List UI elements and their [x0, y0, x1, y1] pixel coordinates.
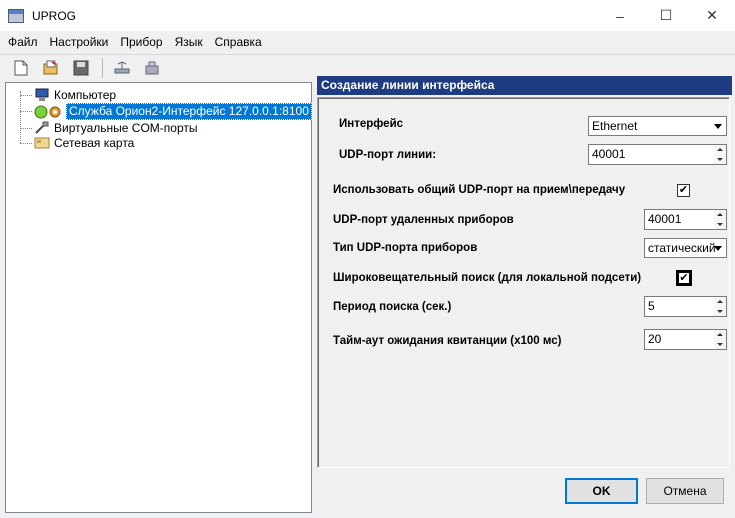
tree-branch: [20, 110, 32, 112]
properties-panel: Создание линии интерфейса Интерфейс Ethe…: [315, 74, 732, 514]
tree-item-computer[interactable]: Компьютер: [6, 87, 118, 103]
menu-settings[interactable]: Настройки: [44, 31, 115, 53]
tree-item-label: Сетевая карта: [54, 135, 135, 150]
title-bar: UPROG – ☐ ✕: [0, 0, 735, 31]
menu-device[interactable]: Прибор: [114, 31, 168, 53]
menu-language[interactable]: Язык: [169, 31, 209, 53]
port-type-value: статический: [648, 241, 716, 255]
spin-down-icon[interactable]: [714, 339, 726, 349]
spin-down-icon[interactable]: [714, 154, 726, 164]
tree-branch: [20, 142, 32, 144]
cancel-button[interactable]: Отмена: [646, 478, 724, 504]
toolbar-separator: [102, 57, 103, 78]
minimize-button[interactable]: –: [597, 0, 643, 31]
tree-branch: [20, 94, 32, 96]
interface-value: Ethernet: [592, 119, 638, 133]
spin-up-icon[interactable]: [714, 145, 726, 155]
maximize-button[interactable]: ☐: [643, 0, 689, 31]
ok-button[interactable]: OK: [565, 478, 638, 504]
remote-port-field[interactable]: 40001: [644, 209, 727, 230]
udp-port-label: UDP-порт линии:: [339, 149, 437, 161]
device-icon[interactable]: [141, 57, 163, 79]
window-controls: – ☐ ✕: [597, 0, 735, 31]
chevron-down-icon[interactable]: [710, 117, 726, 135]
tree-item-network-card[interactable]: Сетевая карта: [6, 135, 136, 151]
tree-branch: [20, 127, 32, 129]
interface-label: Интерфейс: [339, 118, 404, 130]
udp-port-value: 40001: [592, 147, 626, 161]
chevron-down-icon[interactable]: [710, 239, 726, 257]
tree-item-label: Виртуальные COM-порты: [54, 120, 198, 135]
spin-down-icon[interactable]: [714, 306, 726, 316]
interface-select[interactable]: Ethernet: [588, 116, 727, 136]
search-period-value: 5: [648, 299, 655, 313]
plug-icon: [34, 121, 50, 135]
window-title: UPROG: [32, 8, 77, 23]
panel-header: Создание линии интерфейса: [317, 76, 732, 95]
timeout-label: Тайм-аут ожидания квитанции (х100 мс): [333, 335, 562, 347]
service-icon: [34, 104, 64, 119]
tree-item-label: Компьютер: [54, 87, 117, 102]
spin-buttons: [714, 297, 726, 316]
close-button[interactable]: ✕: [689, 0, 735, 31]
device-tree[interactable]: Компьютер Служба Орион2-Интерфейс 127.0.…: [5, 82, 312, 513]
spin-up-icon[interactable]: [714, 210, 726, 220]
broadcast-label: Широковещательный поиск (для локальной п…: [333, 272, 642, 284]
shared-port-checkbox[interactable]: ✔: [677, 184, 690, 197]
computer-icon: [34, 88, 50, 102]
spin-down-icon[interactable]: [714, 219, 726, 229]
tree-item-label: Служба Орион2-Интерфейс 127.0.0.1:8100: [66, 102, 312, 120]
tree-item-service[interactable]: Служба Орион2-Интерфейс 127.0.0.1:8100: [6, 102, 312, 120]
tree-item-virtual-com[interactable]: Виртуальные COM-порты: [6, 120, 200, 136]
port-type-label: Тип UDP-порта приборов: [333, 242, 478, 254]
menu-file[interactable]: Файл: [2, 31, 44, 53]
open-icon[interactable]: [40, 57, 62, 79]
spin-buttons: [714, 210, 726, 229]
spin-buttons: [714, 145, 726, 164]
search-period-field[interactable]: 5: [644, 296, 727, 317]
shared-port-label: Использовать общий UDP-порт на прием\пер…: [333, 184, 626, 196]
save-icon[interactable]: [70, 57, 92, 79]
network-card-icon: [34, 136, 50, 150]
search-period-label: Период поиска (сек.): [333, 301, 452, 313]
timeout-field[interactable]: 20: [644, 329, 727, 350]
port-type-select[interactable]: статический: [644, 238, 727, 258]
udp-port-field[interactable]: 40001: [588, 144, 727, 165]
menu-bar: Файл Настройки Прибор Язык Справка: [0, 31, 735, 53]
form-area: Интерфейс Ethernet UDP-порт линии: 40001…: [317, 97, 730, 468]
network-icon[interactable]: [111, 57, 133, 79]
spin-buttons: [714, 330, 726, 349]
remote-port-value: 40001: [648, 212, 682, 226]
new-document-icon[interactable]: [10, 57, 32, 79]
spin-up-icon[interactable]: [714, 297, 726, 307]
menu-help[interactable]: Справка: [209, 31, 268, 53]
dialog-button-bar: OK Отмена: [317, 471, 730, 514]
app-icon: [8, 8, 24, 23]
broadcast-checkbox[interactable]: ✔: [676, 270, 692, 286]
remote-port-label: UDP-порт удаленных приборов: [333, 214, 514, 226]
timeout-value: 20: [648, 332, 662, 346]
spin-up-icon[interactable]: [714, 330, 726, 340]
